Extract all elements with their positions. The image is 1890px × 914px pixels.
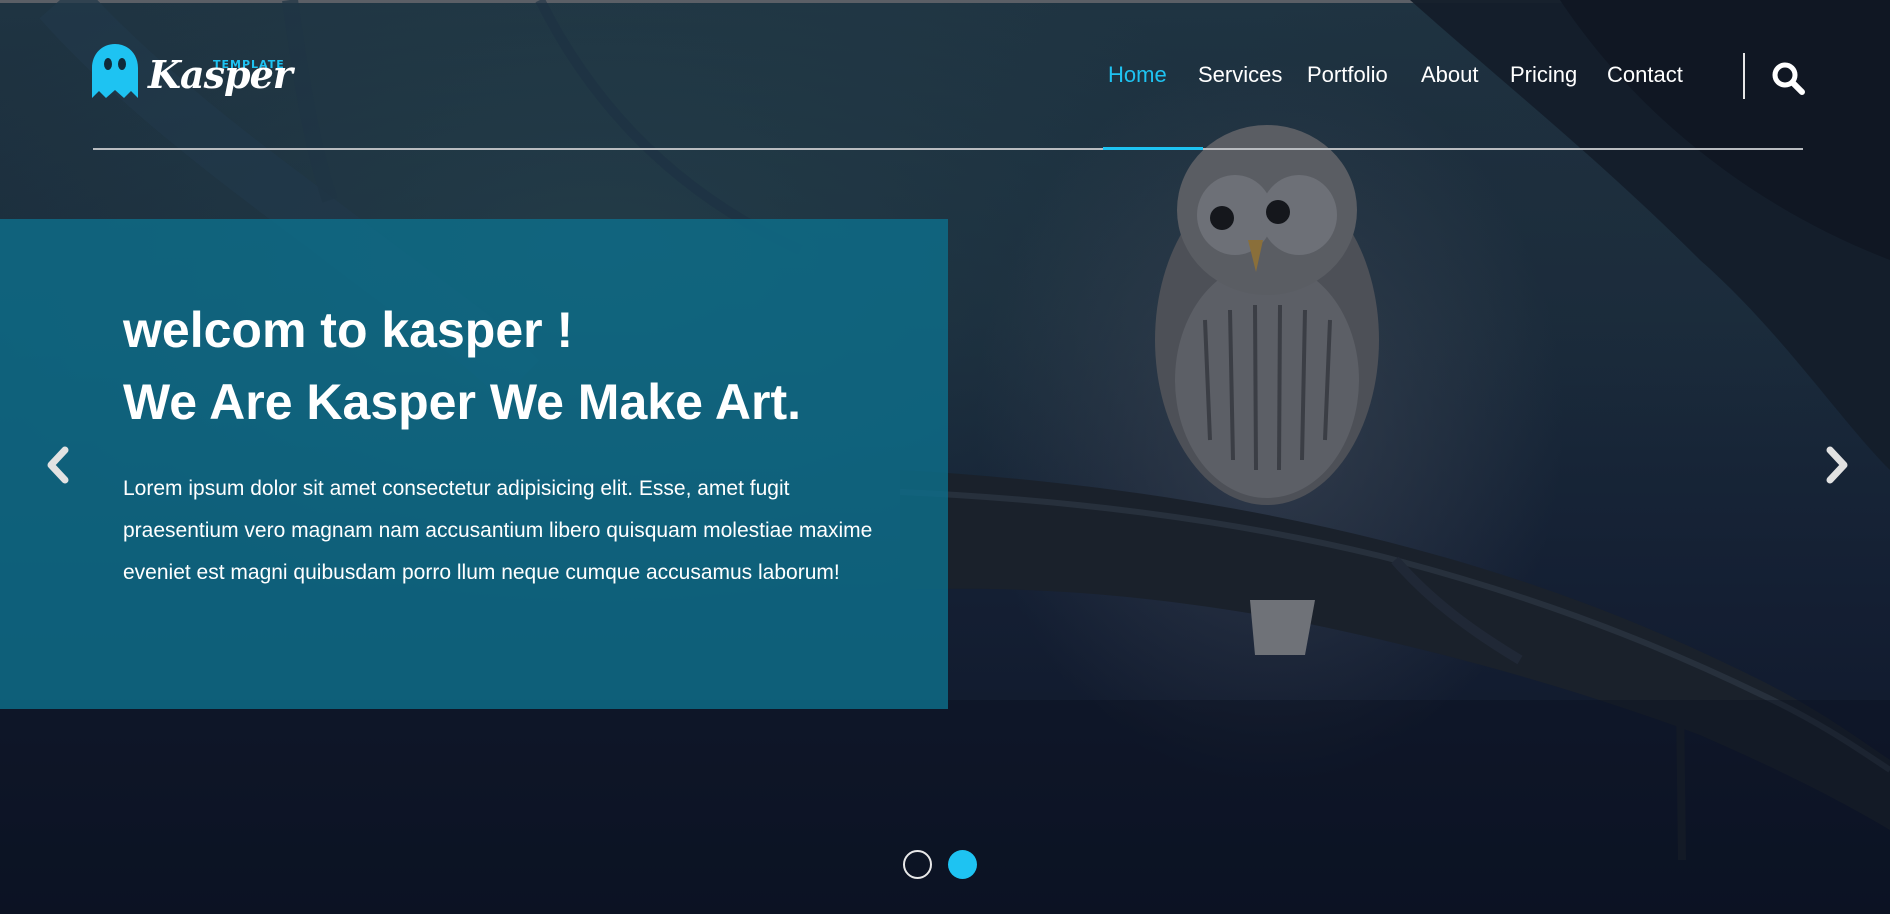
slide-text: Lorem ipsum dolor sit amet consectetur a… [123,477,873,584]
nav-item-about[interactable]: About [1421,62,1479,88]
nav-item-contact[interactable]: Contact [1607,62,1683,88]
nav-item-pricing[interactable]: Pricing [1510,62,1577,88]
nav-item-services[interactable]: Services [1198,62,1282,88]
carousel-dot-2[interactable] [948,850,977,879]
chevron-left-icon[interactable] [43,446,73,484]
slide-title: welcom to kasper ! [123,302,574,358]
chevron-right-icon[interactable] [1822,446,1852,484]
carousel-dot-1[interactable] [903,850,932,879]
active-nav-underline [1103,147,1203,150]
header-divider-line [93,148,1803,150]
slide-subtitle: We Are Kasper We Make Art. [123,374,802,430]
hero-section: TEMPLATE Kasper Home Services Portfolio … [0,0,1890,914]
nav-divider [1743,53,1745,99]
ghost-icon [92,44,138,98]
logo-wordmark[interactable]: Kasper [148,52,293,97]
nav-item-portfolio[interactable]: Portfolio [1307,62,1388,88]
slide-caption-box [0,219,948,709]
nav-item-home[interactable]: Home [1108,62,1167,88]
search-icon[interactable] [1770,60,1806,96]
